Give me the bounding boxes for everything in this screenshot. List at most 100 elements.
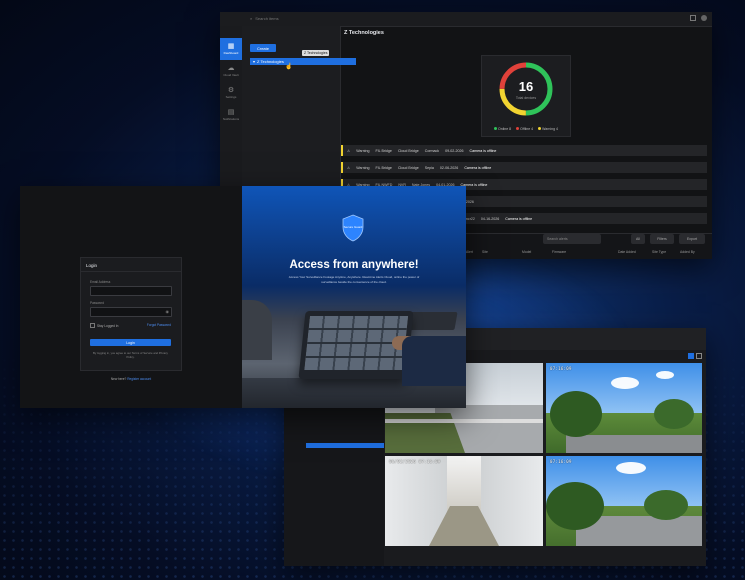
- grid-layout-icon[interactable]: [688, 353, 694, 359]
- alert-row[interactable]: ⚠ Warning FIL Bridge Cloud Bridge Sepia …: [341, 162, 707, 173]
- user-icon[interactable]: [701, 15, 707, 21]
- fullscreen-icon[interactable]: [696, 353, 702, 359]
- create-label: Create: [256, 45, 269, 51]
- login-hero: Secure Guard Access from anywhere! Acces…: [242, 186, 466, 408]
- dashboard-search[interactable]: ⌕ Search items: [250, 14, 340, 23]
- brand-text: Secure Guard: [344, 225, 363, 229]
- search-icon: ⌕: [250, 16, 253, 21]
- create-button[interactable]: Create: [250, 44, 276, 52]
- camera-list-item-selected[interactable]: [306, 443, 384, 448]
- password-field[interactable]: ◉: [90, 307, 172, 317]
- legend-offline: Offline 4: [516, 127, 533, 131]
- alert-client: FIL Bridge: [375, 165, 392, 170]
- rail-label: Notifications: [222, 117, 240, 121]
- terms-text: By logging in, you agree to our Terms of…: [93, 351, 168, 359]
- rail-item-notifications[interactable]: ▤ Notifications: [220, 104, 242, 126]
- login-button-label: Login: [126, 340, 135, 345]
- total-devices-label: Total devices: [515, 96, 537, 100]
- new-here-text: New here?: [110, 377, 127, 381]
- column-header[interactable]: Alert: [466, 250, 473, 254]
- legend-online: Online 8: [494, 127, 511, 131]
- login-panel: Login Email Address Password ◉ Stay Logg…: [20, 186, 242, 408]
- alert-level: Warning: [356, 165, 370, 170]
- forgot-password-link[interactable]: Forgot Password: [147, 323, 171, 327]
- alert-search-input[interactable]: Search alerts: [543, 234, 601, 244]
- shield-logo-icon: Secure Guard: [342, 214, 364, 242]
- cloud-icon: ☁: [227, 65, 235, 72]
- gauge-legend: Online 8 Offline 4 Warning 4: [482, 127, 570, 131]
- camera-feed-2[interactable]: 07:16:09: [546, 363, 702, 453]
- legend-warning: Warning 4: [538, 127, 558, 131]
- column-header[interactable]: Model: [522, 250, 531, 254]
- filter-select[interactable]: All: [631, 234, 645, 244]
- tree-node-label: Z Technologies: [257, 59, 284, 64]
- warning-icon: ⚠: [347, 165, 351, 170]
- window-icon[interactable]: [690, 15, 696, 21]
- alert-account: Cormack: [424, 148, 440, 153]
- column-header[interactable]: Date Added: [618, 250, 636, 254]
- alert-issue: Camera is offline: [505, 216, 533, 221]
- dashboard-search-placeholder: Search items: [255, 16, 279, 21]
- phone-image: [242, 300, 272, 360]
- alert-time: 09-02-2026: [445, 148, 464, 153]
- alert-search-placeholder: Search alerts: [547, 237, 568, 241]
- alert-level: Warning: [356, 148, 370, 153]
- email-label: Email Address: [90, 280, 111, 284]
- camera-feed-4[interactable]: 07:16:09: [546, 456, 702, 546]
- alert-site: Cloud Bridge: [397, 165, 419, 170]
- dashboard-topbar: ⌕ Search items: [220, 12, 712, 27]
- alert-time: 04-16-2026: [480, 216, 500, 221]
- gear-icon: ⚙: [227, 87, 235, 94]
- total-devices-value: 16: [518, 79, 534, 94]
- alert-client: FIL Bridge: [375, 148, 392, 153]
- export-label: Export: [686, 237, 698, 241]
- camera-timestamp: 06/02/2026 07:16:09: [389, 459, 441, 464]
- camera-timestamp: 07:16:09: [550, 366, 572, 371]
- column-header[interactable]: Site Type: [652, 250, 666, 254]
- column-header[interactable]: Site: [482, 250, 488, 254]
- dashboard-icon: ▦: [227, 43, 235, 50]
- alert-row[interactable]: ⚠ Warning FIL Bridge Cloud Bridge Cormac…: [341, 145, 707, 156]
- camera-timestamp: 07:16:09: [550, 459, 572, 464]
- stay-logged-in-checkbox[interactable]: Stay Logged In: [90, 323, 118, 328]
- register-link[interactable]: Register account: [127, 377, 151, 381]
- rail-item-settings[interactable]: ⚙ Settings: [220, 82, 242, 104]
- tooltip: Z Technologies: [302, 50, 330, 56]
- column-header[interactable]: Added By: [680, 250, 695, 254]
- device-status-card: 16 Total devices Online 8 Offline 4 Warn…: [481, 55, 571, 137]
- export-button[interactable]: Export: [679, 234, 705, 244]
- rail-item-dashboard[interactable]: ▦ Dashboard: [220, 38, 242, 60]
- filters-button[interactable]: Filters: [650, 234, 674, 244]
- email-field[interactable]: [90, 286, 172, 296]
- alert-issue: Camera is offline: [464, 165, 492, 170]
- alert-time: 02-06-2026: [439, 165, 459, 170]
- login-window: Login Email Address Password ◉ Stay Logg…: [20, 186, 466, 408]
- rail-label: Settings: [225, 95, 237, 99]
- rail-label: Dashboard: [223, 51, 239, 55]
- alert-issue: Camera is offline: [469, 148, 497, 153]
- chevron-down-icon: ▾: [253, 59, 256, 64]
- alert-site: Cloud Bridge: [397, 148, 419, 153]
- page-title: Z Technologies: [344, 30, 384, 36]
- camera-feed-3[interactable]: 06/02/2026 07:16:09: [385, 456, 543, 546]
- sleeve-image: [402, 336, 466, 386]
- password-label: Password: [90, 301, 104, 305]
- filters-label: Filters: [657, 237, 667, 241]
- bell-icon: ▤: [227, 109, 235, 116]
- login-card: Login Email Address Password ◉ Stay Logg…: [80, 257, 182, 371]
- warning-icon: ⚠: [347, 148, 351, 153]
- login-button[interactable]: Login: [90, 339, 171, 346]
- eye-icon[interactable]: ◉: [166, 309, 170, 314]
- column-header[interactable]: Firmware: [552, 250, 566, 254]
- checkbox-box[interactable]: [90, 323, 95, 328]
- rail-item-cloud[interactable]: ☁ Cloud Vault: [220, 60, 242, 82]
- hero-subtext: Access Your Surveillance Footage Anytime…: [288, 275, 420, 284]
- rail-label: Cloud Vault: [223, 73, 239, 77]
- filter-label: All: [636, 237, 640, 241]
- register-prompt: New here? Register account: [20, 377, 242, 381]
- alert-account: Sepia: [424, 165, 434, 170]
- cursor-pointer-icon: ☝: [285, 64, 293, 70]
- remember-label: Stay Logged In: [97, 323, 119, 328]
- hero-headline: Access from anywhere!: [289, 259, 419, 271]
- login-title: Login: [86, 263, 98, 268]
